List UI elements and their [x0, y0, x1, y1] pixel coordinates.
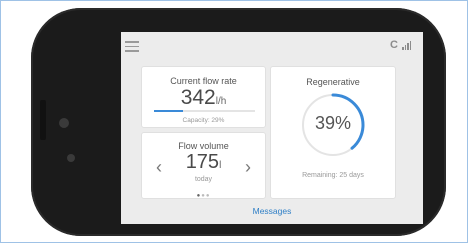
flow-volume-period: today	[194, 176, 213, 183]
signal-bars-icon	[402, 40, 411, 50]
flow-volume-value-row: 175l	[142, 151, 265, 174]
flow-volume-value: 175	[185, 151, 220, 173]
flow-rate-value-row: 342l/h	[142, 86, 265, 110]
regenerative-percent: 39%	[314, 113, 352, 133]
page-indicator[interactable]: ●●●	[142, 193, 265, 199]
flow-rate-card[interactable]: Current flow rate 342l/h Capacity: 29%	[141, 66, 266, 128]
remaining-label: Remaining: 25 days	[302, 172, 364, 179]
volume-button	[40, 100, 46, 140]
regenerative-title: Regenerative	[306, 77, 360, 87]
app-screen: C Current flow rate 342l/h Capacity: 29%…	[121, 32, 423, 224]
sensor-dot	[67, 154, 75, 162]
flow-rate-unit: l/h	[215, 96, 227, 107]
messages-link[interactable]: Messages	[121, 206, 423, 216]
capacity-bar-fill	[154, 110, 184, 112]
connection-letter: C	[390, 39, 398, 51]
flow-rate-title: Current flow rate	[170, 76, 237, 86]
hamburger-icon[interactable]	[125, 41, 139, 55]
status-area: C	[390, 39, 411, 51]
camera-dot	[59, 118, 69, 128]
flow-volume-title: Flow volume	[178, 141, 229, 151]
image-frame: C Current flow rate 342l/h Capacity: 29%…	[0, 0, 468, 243]
capacity-label: Capacity: 29%	[182, 117, 225, 124]
capacity-bar-track	[154, 110, 255, 112]
phone-device: C Current flow rate 342l/h Capacity: 29%…	[31, 8, 446, 236]
regenerative-card[interactable]: Regenerative 39% Remaining: 25 days	[270, 66, 396, 199]
flow-volume-unit: l	[219, 160, 222, 171]
page-dot[interactable]: ●	[206, 193, 211, 199]
flow-rate-value: 342	[180, 86, 216, 109]
flow-volume-card[interactable]: Flow volume ‹ › 175l today ●●●	[141, 132, 266, 199]
